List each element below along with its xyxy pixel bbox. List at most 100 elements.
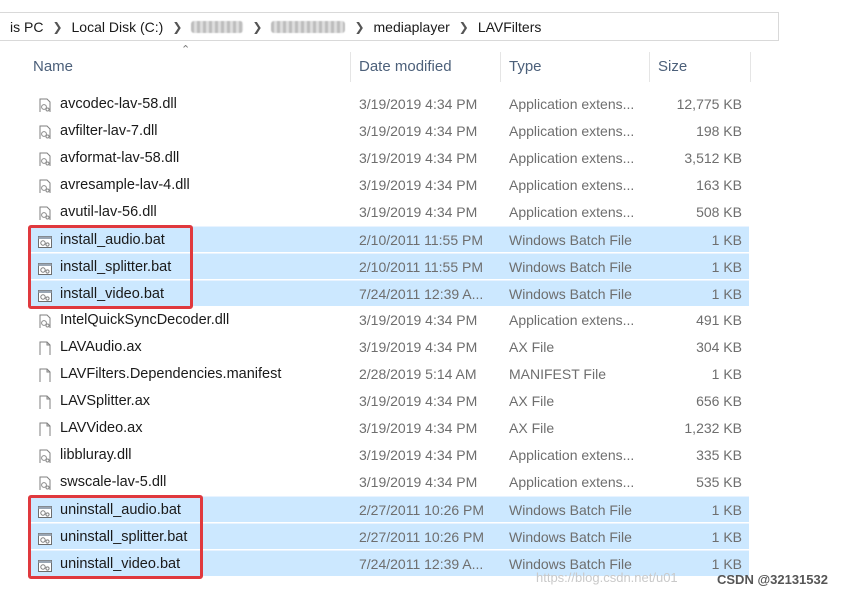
file-row[interactable]: LAVVideo.ax 3/19/2019 4:34 PM AX File 1,232… [31, 415, 749, 441]
file-date-modified: 3/19/2019 4:34 PM [359, 150, 478, 166]
file-name: avutil-lav-56.dll [60, 204, 157, 220]
file-date-modified: 7/24/2011 12:39 A... [359, 286, 484, 302]
chevron-right-icon[interactable]: ❯ [52, 20, 62, 34]
file-row[interactable]: avfilter-lav-7.dll 3/19/2019 4:34 PM Appli… [31, 118, 749, 144]
file-size: 1,232 KB [684, 420, 742, 436]
file-size: 304 KB [696, 339, 742, 355]
breadcrumb-item-redacted-2[interactable] [271, 20, 346, 33]
file-size: 198 KB [696, 123, 742, 139]
file-size: 508 KB [696, 204, 742, 220]
file-type: Windows Batch File [509, 286, 632, 302]
breadcrumb-item-redacted-1[interactable] [191, 20, 244, 33]
file-name: avresample-lav-4.dll [60, 177, 190, 193]
file-type: Application extens... [509, 150, 635, 166]
file-date-modified: 7/24/2011 12:39 A... [359, 556, 484, 572]
breadcrumb-item-lavfilters[interactable]: LAVFilters [478, 19, 542, 35]
file-row[interactable]: libbluray.dll 3/19/2019 4:34 PM Applicatio… [31, 442, 749, 468]
file-date-modified: 3/19/2019 4:34 PM [359, 96, 478, 112]
column-header-type[interactable]: Type [501, 52, 650, 82]
file-name: LAVFilters.Dependencies.manifest [60, 366, 282, 382]
file-type: Windows Batch File [509, 232, 632, 248]
file-type: Windows Batch File [509, 502, 632, 518]
file-name: avfilter-lav-7.dll [60, 123, 158, 139]
file-row[interactable]: swscale-lav-5.dll 3/19/2019 4:34 PM Applic… [31, 469, 749, 495]
file-date-modified: 3/19/2019 4:34 PM [359, 177, 478, 193]
file-date-modified: 3/19/2019 4:34 PM [359, 339, 478, 355]
file-size: 12,775 KB [676, 96, 742, 112]
file-date-modified: 3/19/2019 4:34 PM [359, 312, 478, 328]
file-type: Windows Batch File [509, 529, 632, 545]
file-date-modified: 3/19/2019 4:34 PM [359, 447, 478, 463]
file-date-modified: 2/28/2019 5:14 AM [359, 366, 477, 382]
file-type: Application extens... [509, 312, 635, 328]
file-type: Application extens... [509, 204, 635, 220]
file-size: 535 KB [696, 474, 742, 490]
file-size: 3,512 KB [684, 150, 742, 166]
file-size: 1 KB [711, 366, 742, 382]
highlight-box-uninstall [28, 495, 203, 579]
file-type: Application extens... [509, 177, 635, 193]
chevron-right-icon[interactable]: ❯ [354, 20, 364, 34]
file-name: LAVSplitter.ax [60, 393, 151, 409]
blank-file-icon [37, 366, 53, 382]
dll-file-icon [37, 123, 53, 139]
file-name: libbluray.dll [60, 447, 132, 463]
breadcrumb: is PC ❯ Local Disk (C:) ❯ ❯ ❯ mediaplaye… [0, 12, 779, 41]
file-size: 1 KB [711, 502, 742, 518]
file-row[interactable]: avresample-lav-4.dll 3/19/2019 4:34 PM App… [31, 172, 749, 198]
dll-file-icon [37, 312, 53, 328]
file-row[interactable]: avformat-lav-58.dll 3/19/2019 4:34 PM Appl… [31, 145, 749, 171]
file-row[interactable]: LAVSplitter.ax 3/19/2019 4:34 PM AX File 65… [31, 388, 749, 414]
file-date-modified: 3/19/2019 4:34 PM [359, 123, 478, 139]
file-type: Application extens... [509, 447, 635, 463]
dll-file-icon [37, 177, 53, 193]
dll-file-icon [37, 447, 53, 463]
chevron-right-icon[interactable]: ❯ [172, 20, 182, 34]
file-name: swscale-lav-5.dll [60, 474, 167, 490]
file-row[interactable]: avcodec-lav-58.dll 3/19/2019 4:34 PM Appli… [31, 91, 749, 117]
chevron-right-icon[interactable]: ❯ [459, 20, 469, 34]
file-row[interactable]: LAVFilters.Dependencies.manifest 2/28/201… [31, 361, 749, 387]
watermark-url: https://blog.csdn.net/u01 [536, 570, 678, 585]
file-type: AX File [509, 393, 555, 409]
file-size: 1 KB [711, 529, 742, 545]
column-header-name[interactable]: Name [25, 52, 351, 82]
file-name: avformat-lav-58.dll [60, 150, 180, 166]
file-size: 335 KB [696, 447, 742, 463]
file-name: LAVVideo.ax [60, 420, 143, 436]
file-type: Application extens... [509, 96, 635, 112]
blank-file-icon [37, 420, 53, 436]
file-type: Windows Batch File [509, 259, 632, 275]
file-date-modified: 3/19/2019 4:34 PM [359, 393, 478, 409]
column-header-date-modified[interactable]: Date modified [351, 52, 501, 82]
file-name: LAVAudio.ax [60, 339, 142, 355]
file-size: 163 KB [696, 177, 742, 193]
file-date-modified: 2/10/2011 11:55 PM [359, 232, 484, 248]
blank-file-icon [37, 393, 53, 409]
file-row[interactable]: avutil-lav-56.dll 3/19/2019 4:34 PM Applic… [31, 199, 749, 225]
file-type: AX File [509, 420, 555, 436]
file-date-modified: 3/19/2019 4:34 PM [359, 474, 478, 490]
file-type: Application extens... [509, 123, 635, 139]
file-name: avcodec-lav-58.dll [60, 96, 177, 112]
dll-file-icon [37, 204, 53, 220]
breadcrumb-item-mediaplayer[interactable]: mediaplayer [374, 19, 450, 35]
blank-file-icon [37, 339, 53, 355]
file-date-modified: 2/27/2011 10:26 PM [359, 529, 485, 545]
file-size: 1 KB [711, 232, 742, 248]
file-size: 1 KB [711, 259, 742, 275]
file-date-modified: 2/27/2011 10:26 PM [359, 502, 485, 518]
file-size: 1 KB [711, 286, 742, 302]
file-row[interactable]: LAVAudio.ax 3/19/2019 4:34 PM AX File 304 K… [31, 334, 749, 360]
file-type: MANIFEST File [509, 366, 606, 382]
breadcrumb-item-local-disk[interactable]: Local Disk (C:) [72, 19, 164, 35]
file-row[interactable]: IntelQuickSyncDecoder.dll 3/19/2019 4:34 … [31, 307, 749, 333]
file-name: IntelQuickSyncDecoder.dll [60, 312, 230, 328]
dll-file-icon [37, 474, 53, 490]
breadcrumb-item-this-pc[interactable]: is PC [10, 19, 43, 35]
column-header-size[interactable]: Size [650, 52, 751, 82]
file-size: 656 KB [696, 393, 742, 409]
file-type: AX File [509, 339, 555, 355]
chevron-right-icon[interactable]: ❯ [252, 20, 262, 34]
column-header: ⌃ Name Date modified Type Size [0, 44, 846, 82]
